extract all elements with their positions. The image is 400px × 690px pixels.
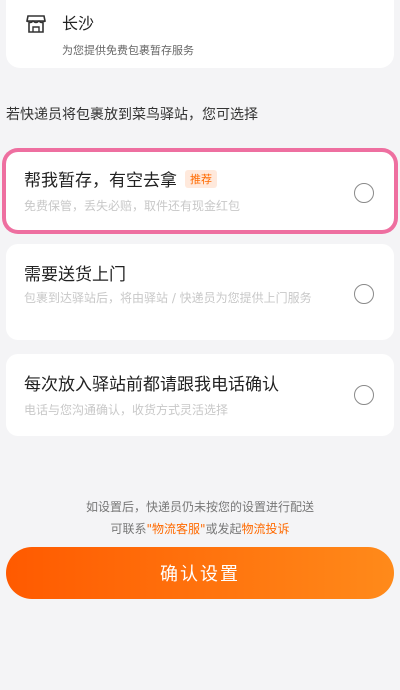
option-phone-confirm[interactable]: 每次放入驿站前都请跟我电话确认 电话与您沟通确认，收货方式灵活选择	[6, 354, 394, 436]
store-icon	[26, 15, 46, 33]
store-card: 长沙 为您提供免费包裹暂存服务	[6, 0, 394, 68]
logistics-service-link[interactable]: "物流客服"	[146, 522, 205, 536]
section-title: 若快递员将包裹放到菜鸟驿站，您可选择	[6, 107, 258, 123]
footer-line2-middle: 或发起	[205, 522, 242, 536]
footer-line1: 如设置后，快递员仍未按您的设置进行配送	[85, 500, 314, 514]
logistics-complaint-link[interactable]: 物流投诉	[242, 522, 290, 536]
option-radio[interactable]	[354, 183, 374, 203]
confirm-button[interactable]: 确认设置	[6, 547, 394, 599]
footer-line2: 可联系"物流客服"或发起物流投诉	[0, 518, 400, 540]
option-title-text: 帮我暂存，有空去拿	[24, 171, 177, 191]
option-self-pickup[interactable]: 帮我暂存，有空去拿 推荐 免费保管，丢失必赔，取件还有现金红包	[6, 152, 394, 230]
option-description: 免费保管，丢失必赔，取件还有现金红包	[24, 199, 241, 213]
option-title: 帮我暂存，有空去拿 推荐	[24, 166, 217, 191]
footer-line2-prefix: 可联系	[110, 522, 147, 536]
option-radio[interactable]	[354, 385, 374, 405]
option-home-delivery[interactable]: 需要送货上门 包裹到达驿站后，将由驿站 / 快递员为您提供上门服务	[6, 244, 394, 340]
option-title: 每次放入驿站前都请跟我电话确认	[24, 375, 279, 395]
footer-note: 如设置后，快递员仍未按您的设置进行配送 可联系"物流客服"或发起物流投诉	[0, 496, 400, 540]
option-title: 需要送货上门	[24, 265, 126, 285]
store-name: 长沙	[62, 14, 95, 33]
option-description: 包裹到达驿站后，将由驿站 / 快递员为您提供上门服务	[24, 291, 312, 305]
recommend-badge: 推荐	[185, 170, 217, 188]
option-description: 电话与您沟通确认，收货方式灵活选择	[24, 403, 229, 417]
store-description: 为您提供免费包裹暂存服务	[62, 44, 194, 57]
option-radio[interactable]	[354, 284, 374, 304]
